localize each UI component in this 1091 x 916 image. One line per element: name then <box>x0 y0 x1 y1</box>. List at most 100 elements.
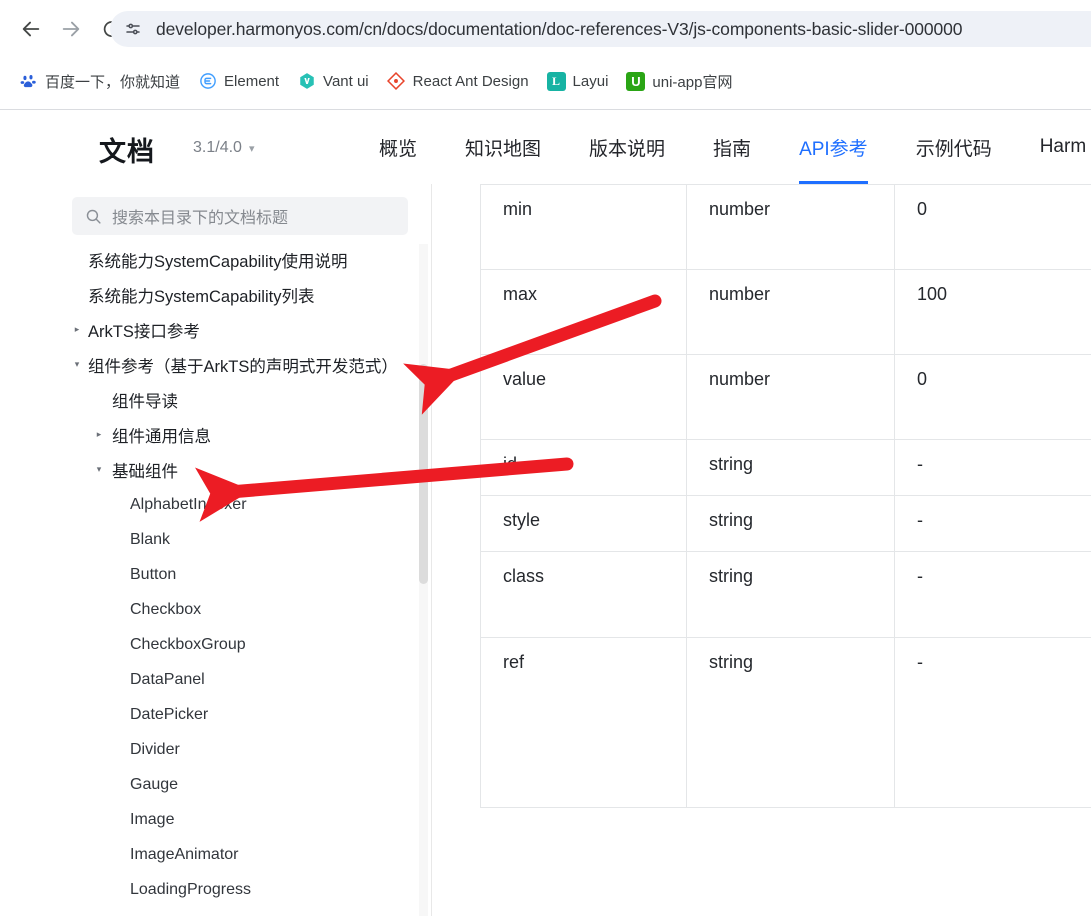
tree-item-label: 组件导读 <box>112 392 178 411</box>
table-row: class string - <box>480 551 1091 638</box>
tree-item-checkbox[interactable]: Checkbox <box>0 592 420 627</box>
tree-item-gauge[interactable]: Gauge <box>0 767 420 802</box>
tree-item-label: ImageAnimator <box>130 845 239 863</box>
twisty-icon[interactable]: ▸ <box>92 429 106 440</box>
tree-item-label: 系统能力SystemCapability列表 <box>88 287 315 306</box>
sidebar-scrollbar-thumb[interactable] <box>419 364 428 584</box>
nav-tab-knowledge-map[interactable]: 知识地图 <box>441 110 565 184</box>
table-cell-name: value <box>480 354 687 440</box>
tree-item-checkboxgroup[interactable]: CheckboxGroup <box>0 627 420 662</box>
tree-item-datepicker[interactable]: DatePicker <box>0 697 420 732</box>
nav-tab-guide[interactable]: 指南 <box>689 110 775 184</box>
nav-tab-release-notes[interactable]: 版本说明 <box>565 110 689 184</box>
tree-item-divider[interactable]: Divider <box>0 732 420 767</box>
table-cell-default: - <box>894 439 1091 496</box>
tree-item-label: Checkbox <box>130 600 202 618</box>
bookmark-label: Vant ui <box>323 72 369 90</box>
back-arrow-icon[interactable] <box>14 12 48 46</box>
search-input[interactable]: 搜索本目录下的文档标题 <box>72 197 408 235</box>
tree-item-imageanimator[interactable]: ImageAnimator <box>0 837 420 872</box>
tree-item-label: Gauge <box>130 775 179 793</box>
tree-item-label: 基础组件 <box>112 462 178 481</box>
nav-tab-api-reference[interactable]: API参考 <box>775 110 892 184</box>
table-cell-type: string <box>686 637 895 808</box>
baidu-icon <box>19 72 38 91</box>
tree-item-alphabetindexer[interactable]: AlphabetIndexer <box>0 487 420 522</box>
doc-page: 文档 3.1/4.0 ▾ 概览 知识地图 版本说明 指南 API参考 示例代码 <box>0 110 1091 916</box>
tree-item-label: Button <box>130 565 177 583</box>
forward-arrow-icon[interactable] <box>54 12 88 46</box>
layui-glyph: L <box>552 73 561 88</box>
tree-item-basic-components[interactable]: ▾ 基础组件 <box>0 452 420 487</box>
tree-item-blank[interactable]: Blank <box>0 522 420 557</box>
tree-item-label: Divider <box>130 740 180 758</box>
nav-tab-label: 版本说明 <box>589 138 666 160</box>
tree-item-systemcapability-list[interactable]: 系统能力SystemCapability列表 <box>0 277 420 312</box>
nav-tab-label: Harm <box>1039 136 1087 157</box>
table-cell-default: - <box>894 637 1091 808</box>
twisty-icon[interactable]: ▾ <box>92 464 106 475</box>
search-icon <box>85 208 102 225</box>
table-row: max number 100 <box>480 269 1091 355</box>
bookmark-vant-ui[interactable]: Vant ui <box>288 66 378 96</box>
version-selector[interactable]: 3.1/4.0 ▾ <box>193 139 254 157</box>
tree-item-label: 系统能力SystemCapability使用说明 <box>88 252 348 271</box>
table-cell-name: min <box>480 184 687 270</box>
bookmarks-bar: 百度一下，你就知道 Element Vant ui React Ant Desi… <box>0 60 1091 102</box>
table-cell-default: - <box>894 551 1091 638</box>
tree-item-label: ArkTS接口参考 <box>88 322 200 341</box>
sidebar-tree: 系统能力SystemCapability使用说明 系统能力SystemCapab… <box>0 242 420 907</box>
browser-chrome: developer.harmonyos.com/cn/docs/document… <box>0 0 1091 110</box>
tree-item-arkts-api-reference[interactable]: ▸ ArkTS接口参考 <box>0 312 420 347</box>
element-ui-icon <box>198 72 217 91</box>
nav-tab-label: API参考 <box>799 138 868 160</box>
nav-tab-harmonyos[interactable]: Harm <box>1016 110 1091 184</box>
table-cell-name: id <box>480 439 687 496</box>
bookmark-element[interactable]: Element <box>189 66 288 96</box>
table-cell-type: number <box>686 354 895 440</box>
table-row: value number 0 <box>480 354 1091 440</box>
nav-tab-label: 示例代码 <box>915 138 992 160</box>
nav-tab-sample-code[interactable]: 示例代码 <box>892 110 1016 184</box>
tree-item-label: Blank <box>130 530 171 548</box>
address-bar[interactable]: developer.harmonyos.com/cn/docs/document… <box>110 11 1091 47</box>
tree-item-label: 组件通用信息 <box>112 427 211 446</box>
uniapp-glyph: U <box>631 73 641 89</box>
tree-item-label: Image <box>130 810 175 828</box>
tree-item-loadingprogress[interactable]: LoadingProgress <box>0 872 420 907</box>
nav-tab-label: 指南 <box>713 138 752 160</box>
bookmark-baidu[interactable]: 百度一下，你就知道 <box>10 66 189 96</box>
attributes-table: min number 0 max number 100 value number… <box>480 184 1091 808</box>
bookmark-uniapp[interactable]: U uni-app官网 <box>617 66 741 96</box>
vant-ui-icon <box>297 72 316 91</box>
tree-item-datapanel[interactable]: DataPanel <box>0 662 420 697</box>
tree-item-systemcapability-usage[interactable]: 系统能力SystemCapability使用说明 <box>0 242 420 277</box>
tree-item-component-common-info[interactable]: ▸ 组件通用信息 <box>0 417 420 452</box>
table-row: ref string - <box>480 637 1091 808</box>
tree-item-button[interactable]: Button <box>0 557 420 592</box>
site-logo[interactable]: 文档 <box>99 130 155 169</box>
primary-nav: 概览 知识地图 版本说明 指南 API参考 示例代码 Harm <box>355 110 1091 184</box>
table-cell-name: max <box>480 269 687 355</box>
nav-tab-overview[interactable]: 概览 <box>355 110 441 184</box>
twisty-icon[interactable]: ▸ <box>70 324 84 335</box>
tree-item-component-reference[interactable]: ▾ 组件参考（基于ArkTS的声明式开发范式） <box>0 347 420 382</box>
nav-tab-label: 概览 <box>379 138 418 160</box>
version-label: 3.1/4.0 <box>193 139 242 156</box>
tree-item-label: DatePicker <box>130 705 209 723</box>
chevron-down-icon: ▾ <box>248 142 255 155</box>
site-settings-icon[interactable] <box>124 20 142 38</box>
tree-item-image[interactable]: Image <box>0 802 420 837</box>
doc-sidebar: 搜索本目录下的文档标题 系统能力SystemCapability使用说明 系统能… <box>0 184 432 916</box>
table-cell-type: string <box>686 439 895 496</box>
bookmark-layui[interactable]: L Layui <box>538 66 618 96</box>
table-row: min number 0 <box>480 184 1091 270</box>
twisty-icon[interactable]: ▾ <box>70 359 84 370</box>
tree-item-component-intro[interactable]: 组件导读 <box>0 382 420 417</box>
table-cell-default: 0 <box>894 184 1091 270</box>
tree-item-label: LoadingProgress <box>130 880 251 898</box>
bookmark-react-ant-design[interactable]: React Ant Design <box>378 66 538 96</box>
nav-tab-label: 知识地图 <box>465 138 542 160</box>
tree-item-label: 组件参考（基于ArkTS的声明式开发范式） <box>88 357 398 376</box>
uniapp-icon: U <box>626 71 646 91</box>
